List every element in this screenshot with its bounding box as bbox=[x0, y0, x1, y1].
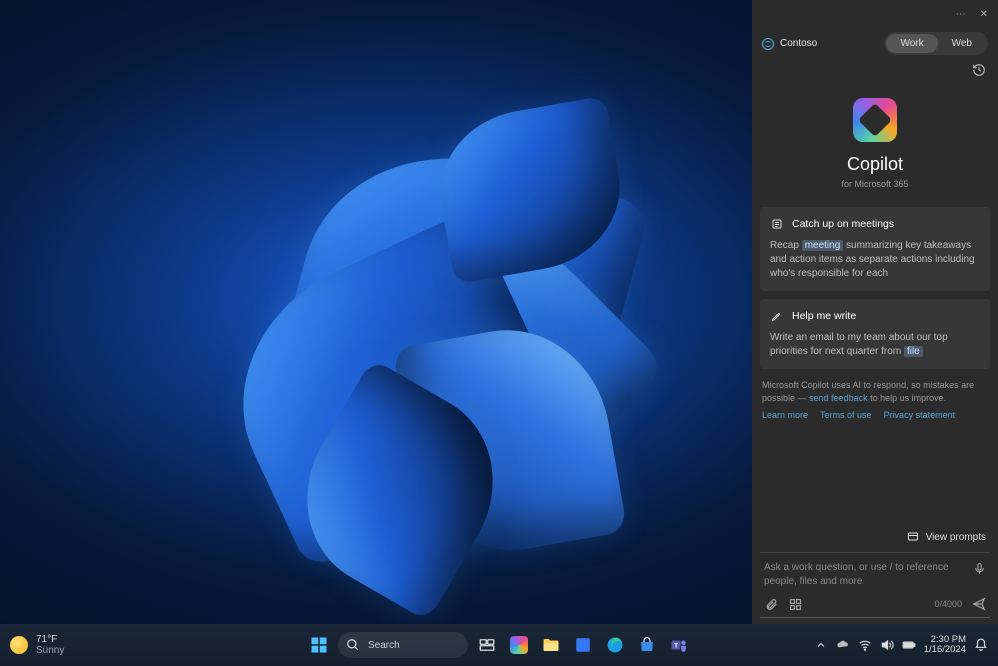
search-placeholder: Search bbox=[368, 640, 400, 651]
list-icon bbox=[770, 217, 784, 231]
wifi-icon[interactable] bbox=[858, 638, 872, 652]
mic-icon[interactable] bbox=[972, 561, 986, 575]
suggestion-cards: Catch up on meetings Recap meeting summa… bbox=[752, 207, 998, 369]
search-icon bbox=[346, 638, 360, 652]
task-view-button[interactable] bbox=[474, 632, 500, 658]
copilot-titlebar: ⋯ ✕ bbox=[752, 0, 998, 28]
edge-icon[interactable] bbox=[602, 632, 628, 658]
explorer-icon[interactable] bbox=[538, 632, 564, 658]
org-icon bbox=[762, 38, 774, 50]
privacy-link[interactable]: Privacy statement bbox=[884, 410, 956, 420]
apps-icon[interactable] bbox=[788, 597, 802, 611]
copilot-header: Contoso Work Web bbox=[752, 28, 998, 63]
teams-icon[interactable]: T bbox=[666, 632, 692, 658]
volume-icon[interactable] bbox=[880, 638, 894, 652]
sun-icon bbox=[10, 636, 28, 654]
card-title: Catch up on meetings bbox=[792, 218, 894, 230]
compose-icon bbox=[770, 309, 784, 323]
view-prompts-button[interactable]: View prompts bbox=[752, 524, 998, 552]
wallpaper-bloom bbox=[120, 60, 700, 620]
tab-work[interactable]: Work bbox=[886, 34, 937, 53]
battery-icon[interactable] bbox=[902, 638, 916, 652]
card-body: Write an email to my team about our top … bbox=[770, 331, 980, 359]
org-label: Contoso bbox=[762, 38, 817, 50]
token-file[interactable]: file bbox=[904, 346, 923, 357]
char-count: 0/4000 bbox=[934, 599, 962, 609]
taskbar-search[interactable]: Search bbox=[338, 632, 468, 658]
copilot-taskbar-icon[interactable] bbox=[506, 632, 532, 658]
card-title: Help me write bbox=[792, 310, 856, 322]
card-help-write[interactable]: Help me write Write an email to my team … bbox=[760, 299, 990, 369]
copilot-hero: Copilot for Microsoft 365 bbox=[752, 84, 998, 207]
system-tray[interactable] bbox=[836, 638, 916, 652]
clock[interactable]: 2:30 PM 1/16/2024 bbox=[924, 635, 966, 656]
prompts-icon bbox=[906, 530, 920, 544]
scope-tabs: Work Web bbox=[884, 32, 988, 55]
copilot-panel: ⋯ ✕ Contoso Work Web Copilot for Microso… bbox=[752, 0, 998, 624]
weather-temp: 71°F bbox=[36, 634, 64, 645]
weather-widget[interactable]: 71°F Sunny bbox=[10, 634, 64, 656]
send-feedback-link[interactable]: send feedback bbox=[809, 393, 868, 403]
store-icon[interactable] bbox=[634, 632, 660, 658]
taskbar-center: Search T bbox=[306, 632, 692, 658]
weather-cond: Sunny bbox=[36, 645, 64, 656]
card-catch-up[interactable]: Catch up on meetings Recap meeting summa… bbox=[760, 207, 990, 291]
tab-web[interactable]: Web bbox=[938, 34, 986, 53]
send-icon[interactable] bbox=[972, 597, 986, 611]
input-toolbar: 0/4000 bbox=[760, 593, 990, 618]
copilot-logo-icon bbox=[853, 98, 897, 142]
footer-links: Learn more Terms of use Privacy statemen… bbox=[752, 410, 998, 428]
chevron-up-icon[interactable] bbox=[814, 638, 828, 652]
card-body: Recap meeting summarizing key takeaways … bbox=[770, 239, 980, 281]
copilot-subtitle: for Microsoft 365 bbox=[841, 179, 908, 189]
terms-link[interactable]: Terms of use bbox=[820, 410, 872, 420]
pinned-app-1-icon[interactable] bbox=[570, 632, 596, 658]
history-icon bbox=[972, 63, 986, 77]
history-button[interactable] bbox=[752, 63, 998, 84]
onedrive-icon[interactable] bbox=[836, 638, 850, 652]
attach-icon[interactable] bbox=[764, 597, 778, 611]
copilot-title: Copilot bbox=[847, 154, 903, 175]
learn-more-link[interactable]: Learn more bbox=[762, 410, 808, 420]
start-button[interactable] bbox=[306, 632, 332, 658]
org-name: Contoso bbox=[780, 38, 817, 49]
more-icon[interactable]: ⋯ bbox=[956, 9, 966, 20]
token-meeting[interactable]: meeting bbox=[802, 240, 844, 251]
taskbar-right: 2:30 PM 1/16/2024 bbox=[814, 635, 988, 656]
close-icon[interactable]: ✕ bbox=[980, 9, 988, 20]
notifications-icon[interactable] bbox=[974, 638, 988, 652]
disclaimer: Microsoft Copilot uses AI to respond, so… bbox=[752, 369, 998, 410]
prompt-placeholder: Ask a work question, or use / to referen… bbox=[764, 561, 966, 589]
date: 1/16/2024 bbox=[924, 645, 966, 655]
taskbar: 71°F Sunny Search T bbox=[0, 624, 998, 666]
prompt-input[interactable]: Ask a work question, or use / to referen… bbox=[760, 552, 990, 593]
